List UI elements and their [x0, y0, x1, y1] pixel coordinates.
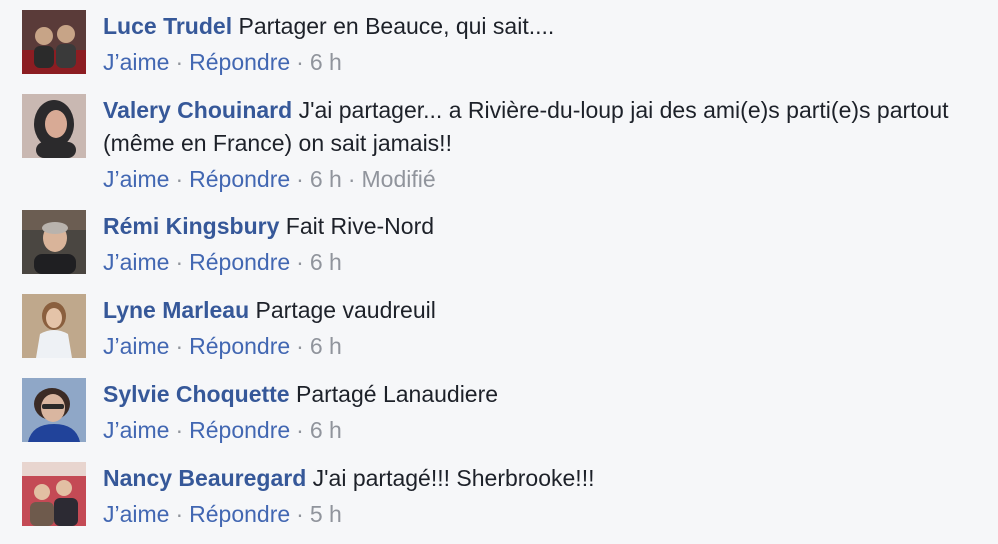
avatar-image [22, 462, 86, 526]
comment-timestamp[interactable]: 6 h [310, 417, 342, 443]
comment-text-line: Lyne Marleau Partage vaudreuil [103, 294, 963, 327]
separator-dot: · [175, 49, 184, 75]
comment-body: Nancy Beauregard J'ai partagé!!! Sherbro… [103, 462, 963, 531]
comment-author[interactable]: Lyne Marleau [103, 297, 249, 323]
separator-dot: · [347, 166, 356, 192]
avatar-image [22, 210, 86, 274]
avatar-image [22, 10, 86, 74]
like-link[interactable]: J’aime [103, 501, 169, 527]
avatar[interactable] [22, 378, 86, 442]
comment-actions: J’aime · Répondre · 6 h [103, 246, 963, 279]
separator-dot: · [175, 166, 184, 192]
separator-dot: · [175, 501, 184, 527]
avatar[interactable] [22, 210, 86, 274]
comment-actions: J’aime · Répondre · 6 h · Modifié [103, 163, 963, 196]
comment-author[interactable]: Valery Chouinard [103, 97, 292, 123]
comment-body: Valery Chouinard J'ai partager... a Rivi… [103, 94, 963, 196]
comment-timestamp[interactable]: 6 h [310, 49, 342, 75]
comment-author[interactable]: Luce Trudel [103, 13, 232, 39]
separator-dot: · [296, 417, 304, 443]
separator-dot: · [175, 249, 184, 275]
reply-link[interactable]: Répondre [189, 333, 290, 359]
comment-body: Lyne Marleau Partage vaudreuil J’aime · Ré… [103, 294, 963, 363]
comment-text-line: Sylvie Choquette Partagé Lanaudiere [103, 378, 963, 411]
comment-text: Partagé Lanaudiere [296, 381, 499, 407]
comment-list: Luce Trudel Partager en Beauce, qui sait… [0, 0, 998, 544]
avatar[interactable] [22, 462, 86, 526]
reply-link[interactable]: Répondre [189, 417, 290, 443]
separator-dot: · [296, 501, 304, 527]
comment-timestamp[interactable]: 5 h [310, 501, 342, 527]
comment-body: Luce Trudel Partager en Beauce, qui sait… [103, 10, 963, 79]
comment-author[interactable]: Nancy Beauregard [103, 465, 306, 491]
comment-text-line: Luce Trudel Partager en Beauce, qui sait… [103, 10, 963, 43]
comment-text-line: Nancy Beauregard J'ai partagé!!! Sherbro… [103, 462, 963, 495]
separator-dot: · [175, 417, 184, 443]
comment-text: Fait Rive-Nord [285, 213, 435, 239]
comment-timestamp[interactable]: 6 h [310, 249, 342, 275]
comment-actions: J’aime · Répondre · 6 h [103, 330, 963, 363]
reply-link[interactable]: Répondre [189, 249, 290, 275]
comment-timestamp[interactable]: 6 h [310, 166, 342, 192]
avatar[interactable] [22, 294, 86, 358]
comment-body: Rémi Kingsbury Fait Rive-Nord J’aime · Rép… [103, 210, 963, 279]
comment-text-line: Valery Chouinard J'ai partager... a Rivi… [103, 94, 963, 160]
avatar-image [22, 378, 86, 442]
avatar-image [22, 294, 86, 358]
comment-body: Sylvie Choquette Partagé Lanaudiere J’ai… [103, 378, 963, 447]
comment-author[interactable]: Rémi Kingsbury [103, 213, 279, 239]
comment-text: Partage vaudreuil [255, 297, 436, 323]
like-link[interactable]: J’aime [103, 166, 169, 192]
like-link[interactable]: J’aime [103, 249, 169, 275]
separator-dot: · [175, 333, 184, 359]
comment-timestamp[interactable]: 6 h [310, 333, 342, 359]
separator-dot: · [296, 49, 304, 75]
comment-text-line: Rémi Kingsbury Fait Rive-Nord [103, 210, 963, 243]
edited-label[interactable]: Modifié [362, 166, 436, 192]
reply-link[interactable]: Répondre [189, 501, 290, 527]
avatar[interactable] [22, 94, 86, 158]
like-link[interactable]: J’aime [103, 333, 169, 359]
like-link[interactable]: J’aime [103, 49, 169, 75]
comment-actions: J’aime · Répondre · 6 h [103, 414, 963, 447]
comment-actions: J’aime · Répondre · 6 h [103, 46, 963, 79]
avatar-image [22, 94, 86, 158]
separator-dot: · [296, 333, 304, 359]
comment-text: J'ai partagé!!! Sherbrooke!!! [312, 465, 595, 491]
avatar[interactable] [22, 10, 86, 74]
reply-link[interactable]: Répondre [189, 166, 290, 192]
comment-text: Partager en Beauce, qui sait.... [238, 13, 555, 39]
separator-dot: · [296, 166, 304, 192]
reply-link[interactable]: Répondre [189, 49, 290, 75]
comment-author[interactable]: Sylvie Choquette [103, 381, 290, 407]
comment-actions: J’aime · Répondre · 5 h [103, 498, 963, 531]
separator-dot: · [296, 249, 304, 275]
like-link[interactable]: J’aime [103, 417, 169, 443]
